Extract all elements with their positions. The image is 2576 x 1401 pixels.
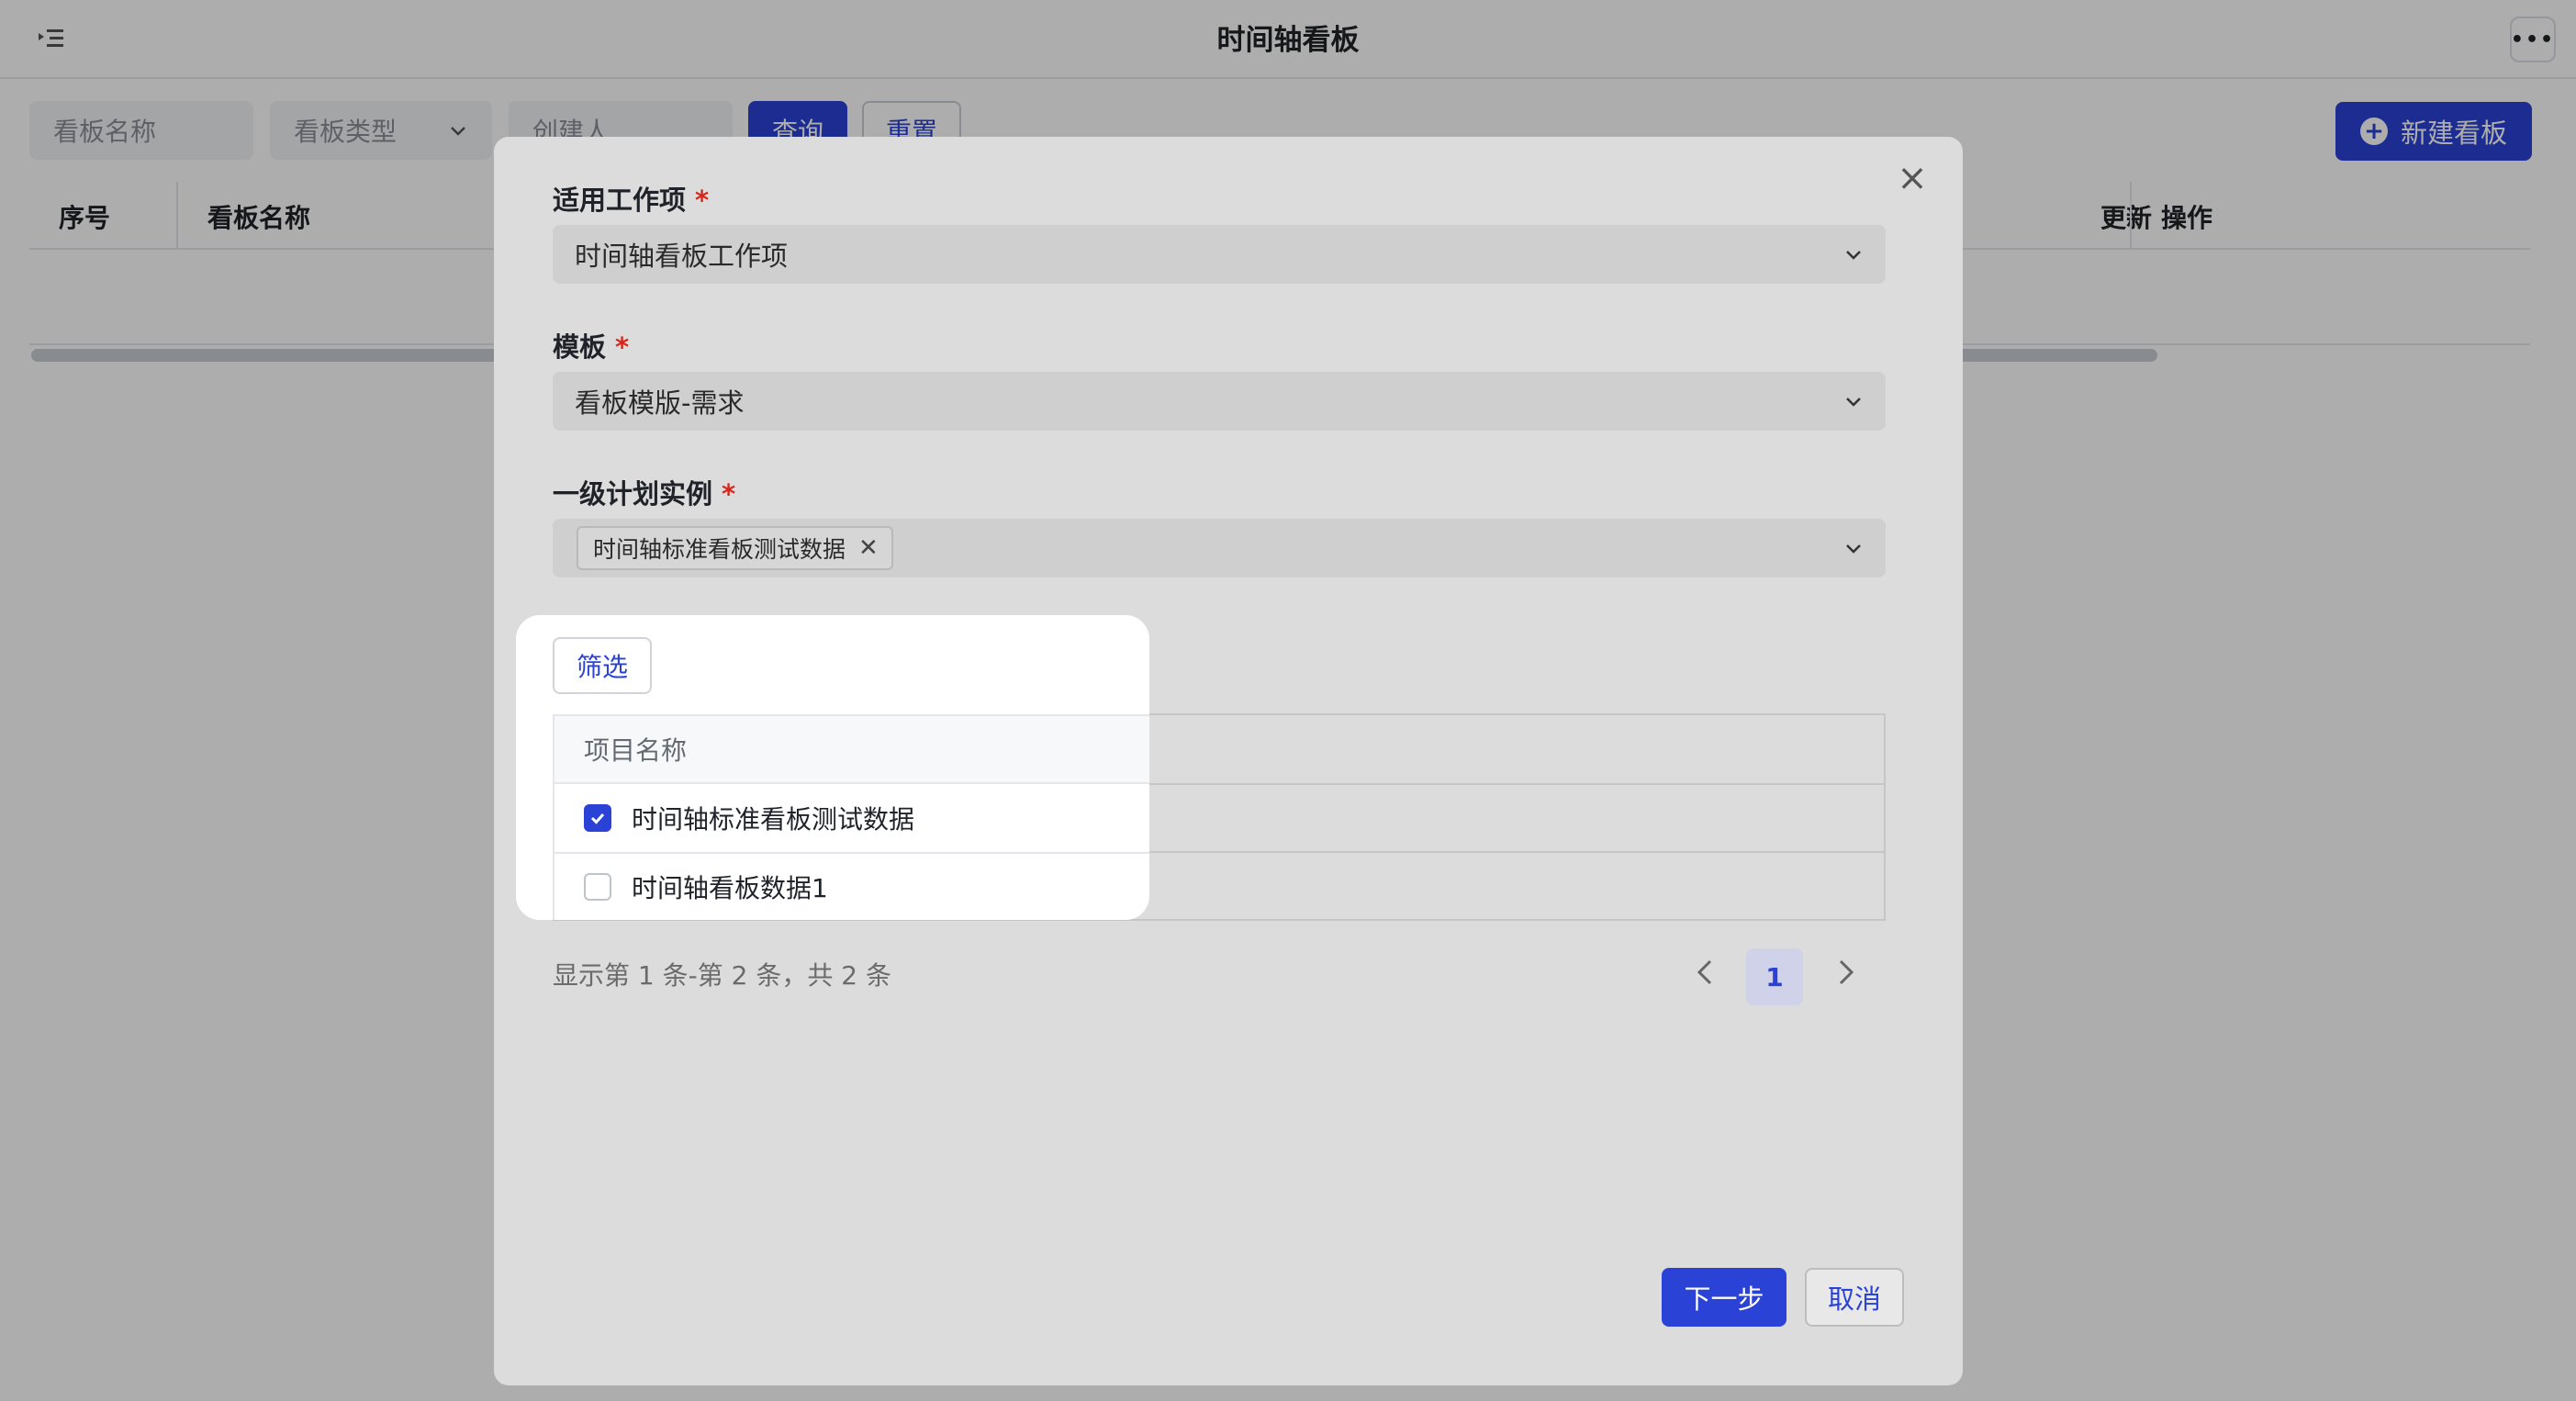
work-item-label: 适用工作项 * — [553, 185, 710, 216]
table-row[interactable]: 时间轴标准看板测试数据 — [554, 784, 1149, 854]
checkbox-unchecked[interactable] — [584, 873, 611, 901]
remove-tag-icon[interactable]: ✕ — [858, 534, 879, 562]
chevron-down-icon — [1846, 251, 1861, 260]
project-name: 时间轴看板数据1 — [632, 873, 828, 903]
work-item-select[interactable]: 时间轴看板工作项 — [553, 225, 1886, 284]
close-icon[interactable]: × — [1897, 160, 1928, 196]
next-step-button[interactable]: 下一步 — [1662, 1268, 1786, 1327]
cancel-button[interactable]: 取消 — [1805, 1268, 1904, 1327]
chevron-down-icon — [1846, 544, 1861, 554]
template-select[interactable]: 看板模版-需求 — [553, 372, 1886, 431]
highlight-region: 筛选 项目名称 时间轴标准看板测试数据 时间轴看板数据1 — [516, 615, 1149, 920]
chevron-left-icon[interactable] — [1687, 954, 1724, 991]
plan-instance-select[interactable]: 时间轴标准看板测试数据 ✕ — [553, 519, 1886, 577]
check-icon — [590, 813, 605, 824]
template-value: 看板模版-需求 — [575, 387, 745, 419]
checkbox-checked[interactable] — [584, 804, 611, 832]
table-row[interactable]: 时间轴看板数据1 — [554, 854, 1149, 920]
work-item-value: 时间轴看板工作项 — [575, 241, 789, 272]
column-header-project-name: 项目名称 — [584, 735, 688, 766]
project-table: 项目名称 时间轴标准看板测试数据 时间轴看板数据1 — [553, 714, 1149, 920]
table-header: 项目名称 — [554, 716, 1149, 784]
template-label: 模板 * — [553, 331, 630, 363]
chevron-right-icon[interactable] — [1827, 954, 1864, 991]
plan-instance-label: 一级计划实例 * — [553, 478, 736, 510]
selected-tag: 时间轴标准看板测试数据 ✕ — [577, 526, 893, 570]
selected-tag-label: 时间轴标准看板测试数据 — [593, 536, 846, 563]
filter-button[interactable]: 筛选 — [553, 637, 652, 694]
pagination-summary: 显示第 1 条-第 2 条，共 2 条 — [553, 960, 891, 991]
project-name: 时间轴标准看板测试数据 — [632, 804, 915, 835]
page-number-button[interactable]: 1 — [1746, 948, 1803, 1005]
chevron-down-icon — [1846, 398, 1861, 407]
